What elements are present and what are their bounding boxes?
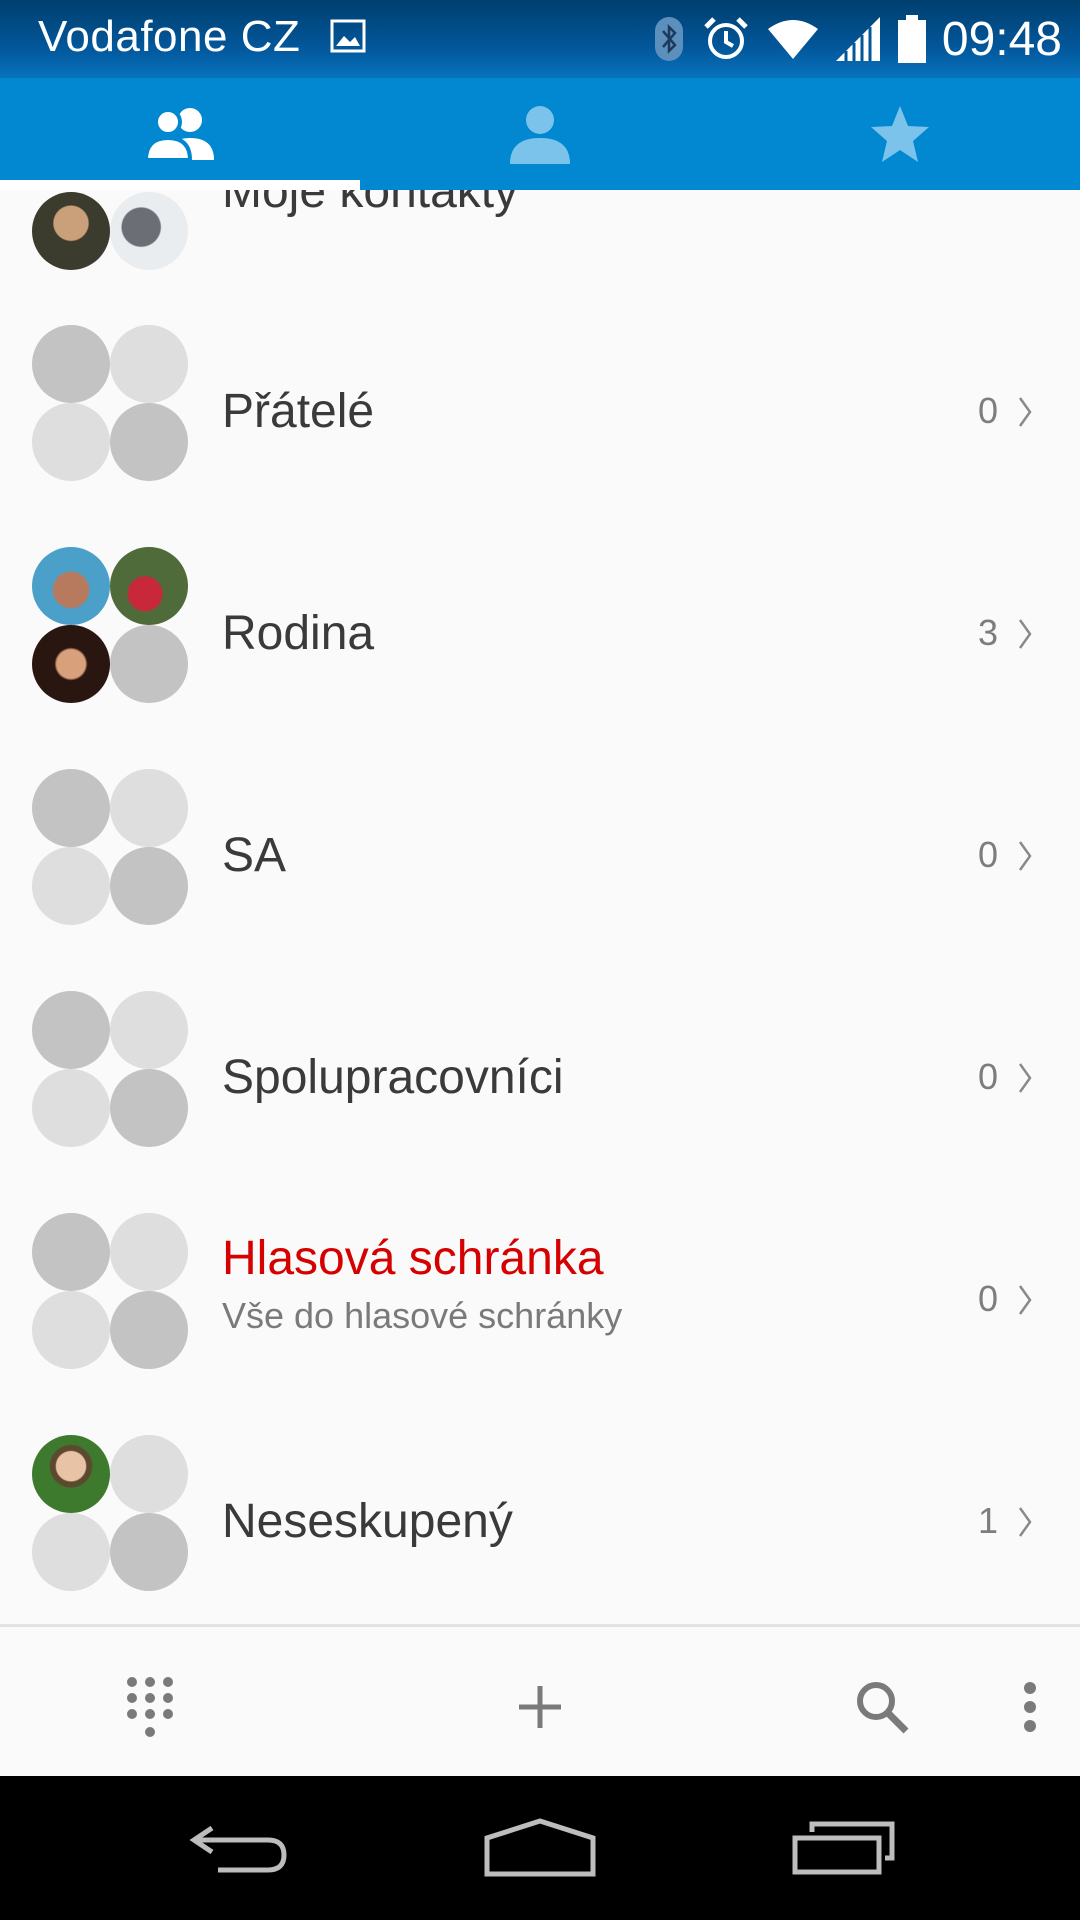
home-icon bbox=[484, 1818, 596, 1877]
chevron-right-icon bbox=[1018, 1285, 1032, 1315]
chevron-right-icon bbox=[1018, 841, 1032, 871]
avatar-placeholder bbox=[32, 1513, 110, 1591]
tab-bar bbox=[0, 78, 1080, 190]
contact-photo-avatar bbox=[32, 547, 110, 625]
groups-icon bbox=[144, 108, 214, 162]
carrier-label: Vodafone CZ bbox=[38, 12, 301, 61]
bottom-action-bar bbox=[0, 1624, 1080, 1779]
avatar-placeholder bbox=[110, 991, 188, 1069]
star-icon bbox=[871, 106, 929, 162]
bluetooth-icon bbox=[654, 17, 683, 61]
search-icon bbox=[857, 1682, 909, 1734]
group-row-spolupracovnici[interactable]: Spolupracovníci 0 bbox=[0, 881, 1080, 1147]
recents-button[interactable] bbox=[764, 1776, 924, 1920]
group-count: 3 bbox=[978, 612, 999, 653]
status-bar: Vodafone CZ 09:48 bbox=[0, 0, 1080, 78]
group-row-pratele[interactable]: Přátelé 0 bbox=[0, 215, 1080, 481]
group-row-neseskupeny[interactable]: Neseskupený 1 bbox=[0, 1325, 1080, 1591]
add-icon bbox=[519, 1686, 561, 1728]
avatar-placeholder bbox=[32, 769, 110, 847]
dialpad-button[interactable] bbox=[100, 1657, 200, 1757]
group-count: 1 bbox=[978, 1500, 999, 1541]
group-row-sa[interactable]: SA 0 bbox=[0, 659, 1080, 925]
tab-contacts[interactable] bbox=[360, 78, 720, 190]
back-icon bbox=[189, 1825, 287, 1873]
avatar-placeholder bbox=[110, 1435, 188, 1513]
group-name: Spolupracovníci bbox=[222, 1051, 564, 1104]
avatar-placeholder bbox=[32, 325, 110, 403]
status-icons: 09:48 bbox=[636, 8, 1062, 70]
group-name: Neseskupený bbox=[222, 1495, 513, 1548]
recents-icon bbox=[792, 1821, 895, 1875]
dialpad-icon bbox=[127, 1677, 173, 1737]
chevron-right-icon bbox=[1018, 1063, 1032, 1093]
tab-selected-indicator bbox=[0, 180, 360, 190]
contact-photo-avatar bbox=[110, 547, 188, 625]
group-list[interactable]: Moje kontakty Přátelé 0 Rodina 3 SA 0 Sp… bbox=[0, 190, 1080, 1624]
clock: 09:48 bbox=[941, 12, 1062, 66]
tab-groups[interactable] bbox=[0, 78, 360, 190]
contact-photo-avatar bbox=[32, 1435, 110, 1513]
group-count: 0 bbox=[978, 1056, 999, 1097]
system-nav-bar bbox=[0, 1776, 1080, 1920]
group-row-rodina[interactable]: Rodina 3 bbox=[0, 437, 1080, 703]
avatar-placeholder bbox=[110, 769, 188, 847]
group-count: 0 bbox=[978, 390, 999, 431]
group-count: 0 bbox=[978, 1278, 999, 1319]
search-button[interactable] bbox=[832, 1657, 932, 1757]
overflow-menu-icon bbox=[1024, 1682, 1036, 1732]
back-button[interactable] bbox=[160, 1776, 320, 1920]
group-avatar-collage bbox=[32, 1435, 192, 1595]
chevron-right-icon bbox=[1018, 619, 1032, 649]
avatar-placeholder bbox=[32, 1213, 110, 1291]
group-name: Přátelé bbox=[222, 385, 375, 438]
alarm-icon bbox=[704, 17, 748, 59]
group-name: Hlasová schránka bbox=[222, 1232, 604, 1285]
avatar-placeholder bbox=[110, 1213, 188, 1291]
add-group-button[interactable] bbox=[490, 1657, 590, 1757]
group-name: Rodina bbox=[222, 607, 375, 660]
group-name: SA bbox=[222, 829, 287, 882]
group-row-hlasova-schranka[interactable]: Hlasová schránka Vše do hlasové schránky… bbox=[0, 1103, 1080, 1369]
home-button[interactable] bbox=[460, 1776, 620, 1920]
chevron-right-icon bbox=[1018, 397, 1032, 427]
gallery-icon bbox=[330, 19, 366, 53]
avatar-placeholder bbox=[32, 991, 110, 1069]
chevron-right-icon bbox=[1018, 1507, 1032, 1537]
avatar-placeholder bbox=[110, 325, 188, 403]
person-icon bbox=[510, 106, 570, 164]
group-count: 0 bbox=[978, 834, 999, 875]
overflow-menu-button[interactable] bbox=[990, 1657, 1070, 1757]
battery-icon bbox=[897, 15, 926, 63]
avatar-placeholder bbox=[110, 1513, 188, 1591]
signal-icon bbox=[835, 17, 880, 61]
wifi-icon bbox=[767, 20, 818, 59]
tab-favorites[interactable] bbox=[720, 78, 1080, 190]
